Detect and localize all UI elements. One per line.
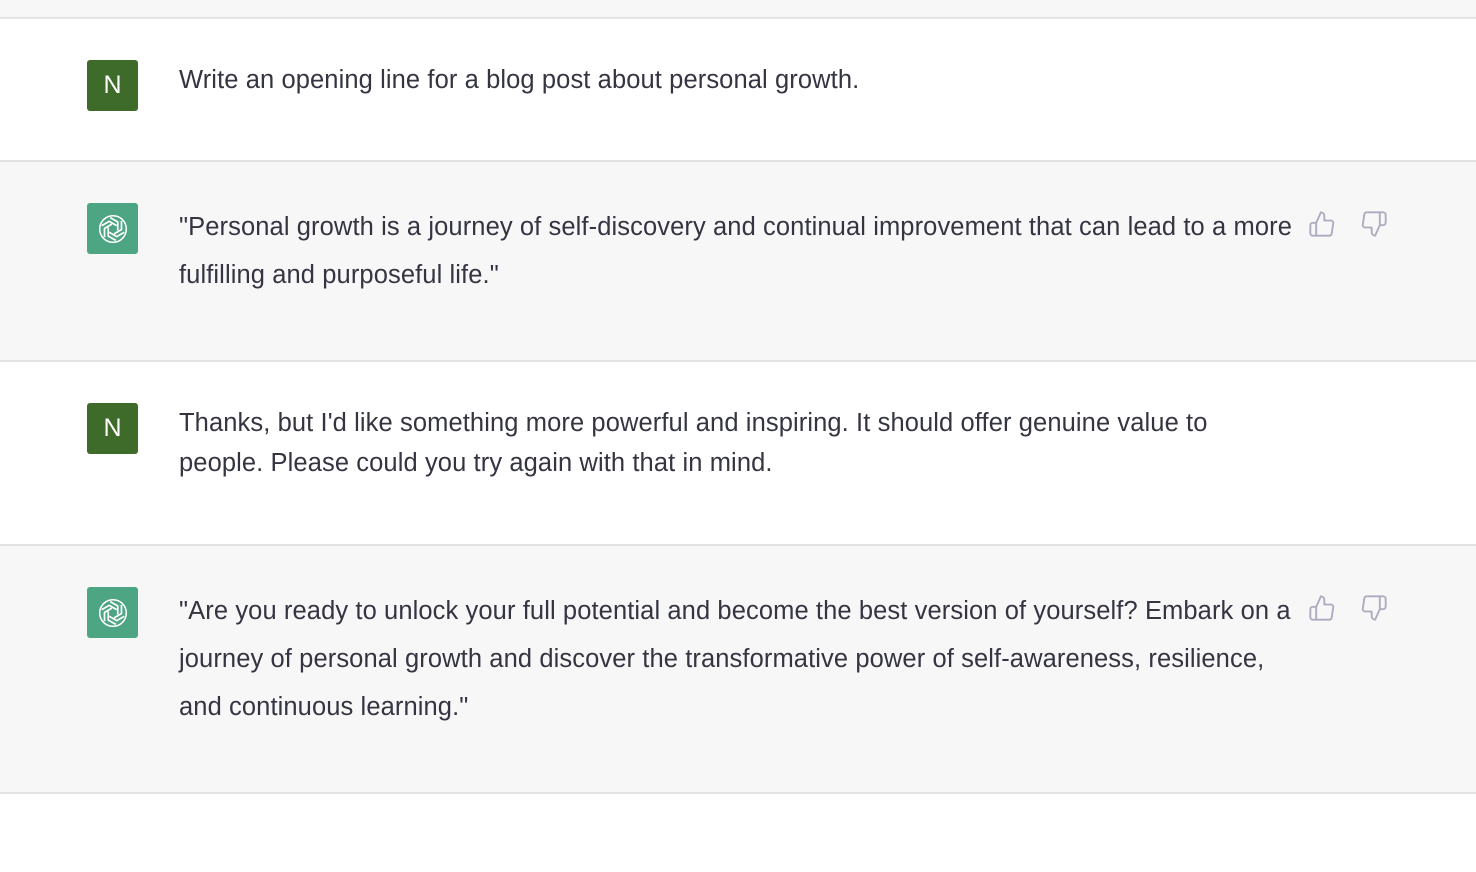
message-text: Thanks, but I'd like something more powe… bbox=[179, 409, 1208, 477]
message-text: "Personal growth is a journey of self-di… bbox=[179, 213, 1292, 289]
user-avatar: N bbox=[87, 403, 138, 454]
thumbs-down-icon bbox=[1361, 595, 1387, 621]
user-avatar: N bbox=[87, 60, 138, 111]
message-text: Write an opening line for a blog post ab… bbox=[179, 66, 860, 94]
feedback-controls bbox=[1306, 592, 1390, 624]
message-text: "Are you ready to unlock your full poten… bbox=[179, 597, 1291, 721]
openai-logo-icon bbox=[98, 214, 127, 243]
user-message: N Write an opening line for a blog post … bbox=[0, 19, 1476, 162]
user-message: N Thanks, but I'd like something more po… bbox=[0, 362, 1476, 546]
thumbs-down-button[interactable] bbox=[1358, 208, 1390, 240]
user-avatar-letter: N bbox=[103, 414, 122, 442]
thumbs-up-icon bbox=[1309, 211, 1335, 237]
thumbs-up-icon bbox=[1309, 595, 1335, 621]
thumbs-up-button[interactable] bbox=[1306, 592, 1338, 624]
assistant-avatar bbox=[87, 587, 138, 638]
assistant-avatar bbox=[87, 203, 138, 254]
openai-logo-icon bbox=[98, 598, 127, 627]
feedback-controls bbox=[1306, 208, 1390, 240]
thumbs-down-icon bbox=[1361, 211, 1387, 237]
previous-message-edge bbox=[0, 0, 1476, 19]
assistant-message: "Personal growth is a journey of self-di… bbox=[0, 162, 1476, 362]
user-avatar-letter: N bbox=[103, 71, 122, 99]
thumbs-up-button[interactable] bbox=[1306, 208, 1338, 240]
thumbs-down-button[interactable] bbox=[1358, 592, 1390, 624]
assistant-message: "Are you ready to unlock your full poten… bbox=[0, 546, 1476, 794]
